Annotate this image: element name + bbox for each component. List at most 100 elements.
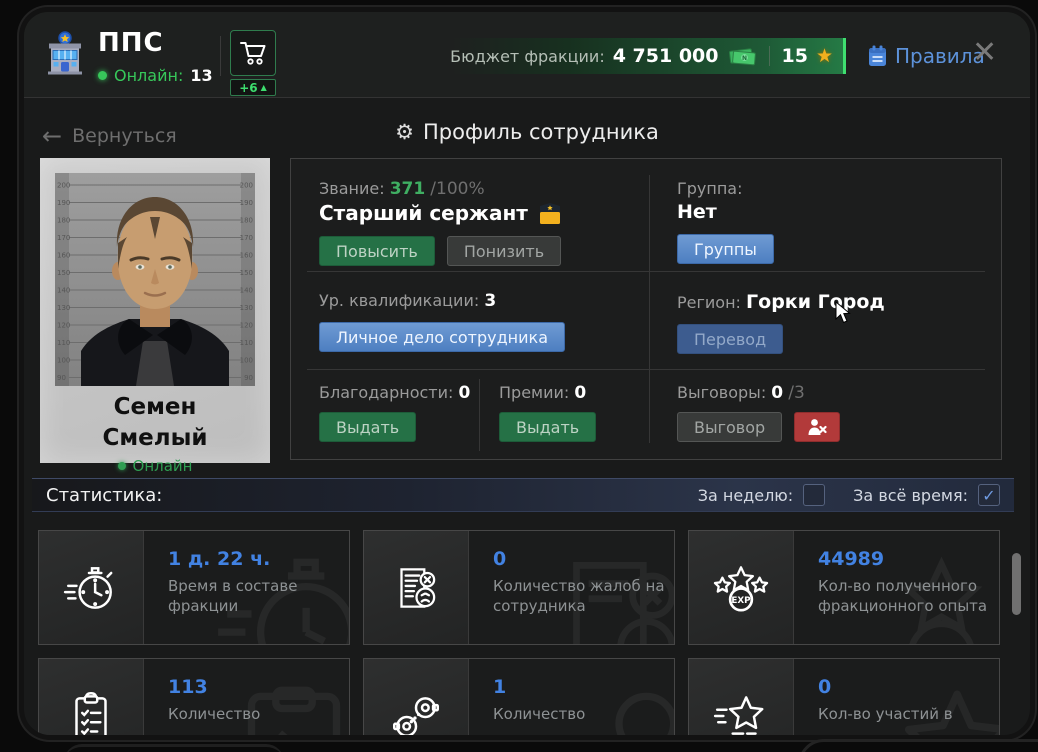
police-station-icon — [42, 30, 88, 76]
personal-file-button[interactable]: Личное дело сотрудника — [319, 322, 565, 352]
thanks-section: Благодарности: 0 Выдать — [319, 383, 470, 442]
statistics-cards-grid: 1 д. 22 ч. Время в составе фракции 0 Кол… — [38, 530, 1000, 735]
stat-label: Количество жалоб на сотрудника — [493, 577, 665, 615]
mugshot-photo: 200 200 190 190 180 180 170 170 160 160 150 150 140 1… — [55, 173, 255, 386]
promote-button[interactable]: Повысить — [319, 236, 435, 266]
demote-button[interactable]: Понизить — [446, 236, 562, 266]
rank-section: Звание: 371 /100% Старший сержант Повыси… — [319, 179, 563, 266]
svg-text:100: 100 — [240, 357, 253, 365]
qualification-section: Ур. квалификации: 3 Личное дело сотрудни… — [319, 291, 565, 352]
svg-text:190: 190 — [240, 199, 253, 207]
svg-text:130: 130 — [57, 304, 70, 312]
svg-text:180: 180 — [57, 217, 70, 225]
svg-text:EXP: EXP — [731, 595, 751, 605]
back-arrow-icon: ← — [42, 122, 63, 150]
stat-card-complaints: 0 Количество жалоб на сотрудника — [363, 530, 675, 645]
reprimands-section: Выговоры: 0 /3 Выговор — [677, 383, 841, 442]
stat-label: Кол-во полученного фракционного опыта — [818, 577, 988, 615]
mouse-cursor — [835, 301, 851, 324]
thanks-value: 0 — [458, 383, 471, 403]
faction-app-screen: ППС Онлайн: 13 +6 ▲ Бюджет фракции: 4 751… — [24, 12, 1030, 735]
cart-new-items-badge[interactable]: +6 ▲ — [230, 79, 276, 96]
close-icon[interactable]: ✕ — [972, 38, 997, 68]
scrollbar-thumb[interactable] — [1012, 553, 1021, 615]
handcuffs-icon — [364, 659, 469, 735]
stat-card-arrests: 1 Количество — [363, 658, 675, 735]
budget-value: 4 751 000 — [612, 45, 719, 67]
budget-label: Бюджет фракции: — [450, 46, 605, 66]
statistics-title: Статистика: — [46, 484, 163, 506]
panel-divider — [479, 379, 480, 451]
employee-photo-card: 200 200 190 190 180 180 170 170 160 160 150 150 140 1… — [40, 158, 270, 475]
stat-label: Количество — [493, 705, 586, 723]
transfer-button[interactable]: Перевод — [677, 324, 784, 354]
week-filter-label: За неделю: — [697, 485, 794, 505]
employee-last-name: Смелый — [102, 425, 208, 452]
svg-text:200: 200 — [57, 182, 70, 190]
app-header: ППС Онлайн: 13 +6 ▲ Бюджет фракции: 4 751… — [24, 12, 1030, 98]
money-icon: N — [728, 48, 756, 66]
stat-card-events: 0 Кол-во участий в — [688, 658, 1000, 735]
stat-value: 0 — [493, 548, 507, 570]
svg-text:190: 190 — [57, 199, 70, 207]
svg-text:110: 110 — [240, 339, 253, 347]
give-thanks-button[interactable]: Выдать — [319, 412, 417, 442]
week-filter-checkbox[interactable] — [803, 484, 826, 506]
bonus-section: Премии: 0 Выдать — [499, 383, 597, 442]
stat-card-exp: EXP 44989 Кол-во полученного фракционног… — [688, 530, 1000, 645]
svg-text:160: 160 — [57, 252, 70, 260]
reprimands-suffix: /3 — [788, 383, 805, 403]
stat-value: 1 д. 22 ч. — [168, 548, 271, 570]
online-count: 13 — [190, 66, 213, 85]
faction-budget-bar: Бюджет фракции: 4 751 000 N 15 ★ — [450, 38, 846, 74]
svg-text:120: 120 — [240, 322, 253, 330]
group-label: Группа: — [677, 179, 743, 198]
online-label: Онлайн: — [114, 66, 184, 85]
shop-cart-button[interactable] — [230, 30, 276, 76]
svg-text:200: 200 — [240, 182, 253, 190]
device-bezel-curve — [798, 739, 1038, 752]
rank-epaulette-icon — [539, 202, 560, 224]
svg-text:180: 180 — [240, 217, 253, 225]
stat-label: Время в составе фракции — [168, 577, 298, 615]
group-value: Нет — [677, 201, 717, 223]
stat-label: Количество — [168, 705, 261, 723]
svg-text:120: 120 — [57, 322, 70, 330]
thanks-label: Благодарности: — [319, 383, 454, 402]
exp-stars-icon: EXP — [689, 531, 794, 644]
employee-online-dot — [117, 462, 126, 471]
groups-button[interactable]: Группы — [677, 234, 774, 264]
qualification-value: 3 — [484, 291, 497, 311]
rank-label: Звание: — [319, 179, 385, 198]
give-bonus-button[interactable]: Выдать — [499, 412, 597, 442]
svg-text:170: 170 — [57, 234, 70, 242]
game-tablet-frame: ППС Онлайн: 13 +6 ▲ Бюджет фракции: 4 751… — [0, 0, 1038, 752]
stat-card-time-in-faction: 1 д. 22 ч. Время в составе фракции — [38, 530, 350, 645]
svg-text:90: 90 — [57, 374, 66, 382]
panel-divider — [307, 369, 985, 370]
alltime-filter-checkbox[interactable]: ✓ — [978, 484, 1000, 506]
svg-text:140: 140 — [57, 287, 70, 295]
svg-text:150: 150 — [240, 269, 253, 277]
employee-first-name: Семен — [113, 394, 197, 420]
person-remove-icon — [808, 419, 827, 435]
qualification-label: Ур. квалификации: — [319, 291, 480, 310]
device-bezel-curve — [64, 744, 284, 752]
stat-value: 1 — [493, 676, 507, 698]
rules-notebook-icon — [869, 45, 886, 66]
stat-value: 44989 — [818, 548, 885, 570]
stopwatch-icon — [39, 531, 144, 644]
svg-text:90: 90 — [244, 374, 253, 382]
back-button[interactable]: ← Вернуться — [42, 122, 177, 150]
fire-employee-button[interactable] — [794, 412, 841, 442]
complaint-icon — [364, 531, 469, 644]
gear-icon: ⚙ — [395, 120, 414, 144]
reprimand-button[interactable]: Выговор — [677, 412, 783, 442]
cart-icon — [240, 42, 266, 65]
panel-divider — [307, 271, 985, 272]
svg-text:160: 160 — [240, 252, 253, 260]
budget-separator — [768, 46, 770, 66]
chevron-up-icon: ▲ — [260, 83, 267, 92]
statistics-bar: Статистика: За неделю: За всё время: ✓ — [32, 478, 1014, 512]
rules-button[interactable]: Правила — [868, 44, 985, 68]
